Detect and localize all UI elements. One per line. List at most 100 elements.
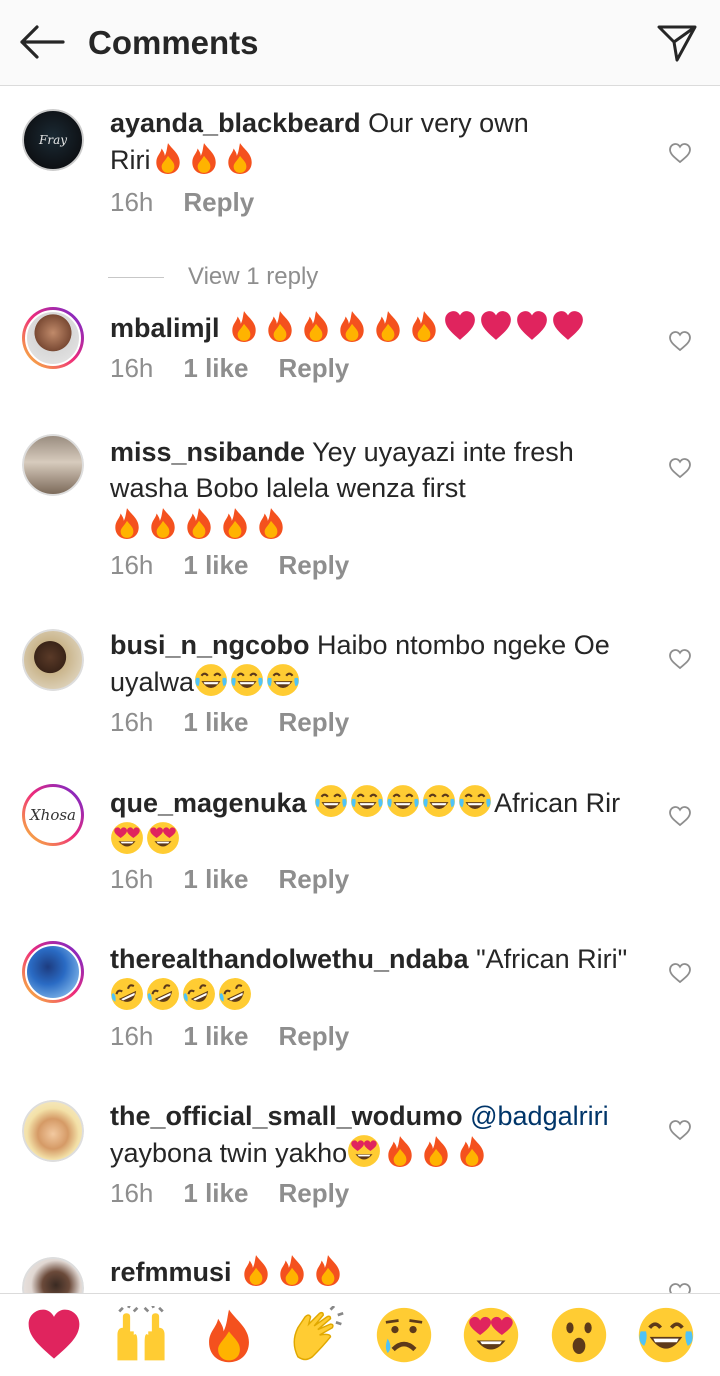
heart-eyes-emoji: [146, 825, 182, 855]
reaction-clapping-hands[interactable]: [286, 1305, 346, 1365]
clapping-hands-icon: [287, 1306, 345, 1364]
comment-text: mbalimjl: [110, 309, 640, 346]
comment-meta: 16h 1 like Reply: [110, 864, 349, 895]
fire-emoji: [311, 1257, 347, 1287]
rofl-emoji: [146, 981, 182, 1011]
fire-emoji: [151, 145, 187, 175]
heart-eyes-icon: [462, 1306, 520, 1364]
quick-reactions-bar: [0, 1293, 720, 1376]
comment-username[interactable]: therealthandolwethu_ndaba: [110, 944, 469, 974]
fire-emoji: [263, 313, 299, 343]
comment-time: 16h: [110, 864, 154, 894]
comment-list[interactable]: Fray ayanda_blackbeard Our very own Riri…: [0, 87, 720, 1293]
like-heart-icon[interactable]: [668, 141, 692, 165]
like-heart-icon[interactable]: [668, 456, 692, 480]
reply-button[interactable]: Reply: [278, 550, 349, 581]
like-count[interactable]: 1 like: [183, 1021, 248, 1052]
avatar[interactable]: [22, 307, 84, 369]
fire-emoji: [146, 510, 182, 540]
comment-text: busi_n_ngcobo Haibo ntombo ngeke Oe uyal…: [110, 627, 640, 700]
like-heart-icon[interactable]: [668, 1281, 692, 1293]
fire-icon: [200, 1306, 258, 1364]
avatar[interactable]: Fray: [22, 109, 84, 171]
joy-emoji: [386, 788, 422, 818]
comment-username[interactable]: refmmusi: [110, 1257, 232, 1287]
joy-emoji: [230, 667, 266, 697]
joy-emoji: [314, 788, 350, 818]
comment-text: the_official_small_wodumo @badgalriri ya…: [110, 1098, 640, 1171]
avatar[interactable]: [22, 434, 84, 496]
comment-body: "African Riri": [476, 944, 628, 974]
reply-button[interactable]: Reply: [183, 187, 254, 218]
fire-emoji: [419, 1138, 455, 1168]
fire-emoji: [335, 313, 371, 343]
like-heart-icon[interactable]: [668, 1118, 692, 1142]
comment-username[interactable]: busi_n_ngcobo: [110, 630, 310, 660]
reaction-fire[interactable]: [199, 1305, 259, 1365]
red-heart-emoji: [479, 313, 515, 343]
reaction-astonished[interactable]: [549, 1305, 609, 1365]
comment-body: African Rir: [494, 788, 621, 818]
reaction-red-heart[interactable]: [24, 1305, 84, 1365]
avatar[interactable]: [22, 1100, 84, 1162]
avatar[interactable]: [22, 941, 84, 1003]
view-replies-label: View 1 reply: [188, 263, 319, 290]
like-heart-icon[interactable]: [668, 961, 692, 985]
comment-time: 16h: [110, 187, 154, 217]
reply-button[interactable]: Reply: [278, 707, 349, 738]
joy-emoji: [194, 667, 230, 697]
avatar[interactable]: Xhosa: [22, 784, 84, 846]
comment-meta: 16h 1 like Reply: [110, 707, 349, 738]
like-heart-icon[interactable]: [668, 647, 692, 671]
heart-eyes-emoji: [347, 1138, 383, 1168]
reply-button[interactable]: Reply: [278, 1021, 349, 1052]
reaction-heart-eyes[interactable]: [461, 1305, 521, 1365]
reaction-raising-hands[interactable]: [111, 1305, 171, 1365]
rofl-emoji: [110, 981, 146, 1011]
comment-text: que_magenuka African Rir: [110, 784, 640, 858]
comment-username[interactable]: mbalimjl: [110, 313, 220, 343]
reaction-joy[interactable]: [636, 1305, 696, 1365]
comment-username[interactable]: ayanda_blackbeard: [110, 108, 361, 138]
like-heart-icon[interactable]: [668, 329, 692, 353]
fire-emoji: [455, 1138, 491, 1168]
like-count[interactable]: 1 like: [183, 707, 248, 738]
reply-button[interactable]: Reply: [278, 353, 349, 384]
comment-username[interactable]: que_magenuka: [110, 788, 307, 818]
back-arrow-icon: [20, 25, 65, 59]
comment-time: 16h: [110, 550, 154, 580]
fire-emoji: [299, 313, 335, 343]
reply-button[interactable]: Reply: [278, 864, 349, 895]
comment-username[interactable]: miss_nsibande: [110, 437, 305, 467]
joy-emoji: [458, 788, 494, 818]
fire-emoji: [239, 1257, 275, 1287]
comment-meta: 16h 1 like Reply: [110, 550, 349, 581]
like-count[interactable]: 1 like: [183, 864, 248, 895]
avatar[interactable]: [22, 1257, 84, 1293]
comment-time: 16h: [110, 1178, 154, 1208]
like-count[interactable]: 1 like: [183, 1178, 248, 1209]
astonished-face-icon: [550, 1306, 608, 1364]
paper-plane-icon: [657, 25, 697, 62]
mention-link[interactable]: @badgalriri: [470, 1101, 608, 1131]
avatar-label: Fray: [39, 133, 67, 147]
joy-emoji: [422, 788, 458, 818]
red-heart-icon: [25, 1306, 83, 1364]
comment-text: refmmusi: [110, 1253, 640, 1290]
rofl-emoji: [218, 981, 254, 1011]
like-count[interactable]: 1 like: [183, 550, 248, 581]
top-app-bar: Comments: [0, 0, 720, 86]
like-count[interactable]: 1 like: [183, 353, 248, 384]
heart-eyes-emoji: [110, 825, 146, 855]
like-heart-icon[interactable]: [668, 804, 692, 828]
reaction-crying-face[interactable]: [374, 1305, 434, 1365]
share-button[interactable]: [654, 20, 700, 66]
reply-button[interactable]: Reply: [278, 1178, 349, 1209]
comment-time: 16h: [110, 707, 154, 737]
comment-time: 16h: [110, 353, 154, 383]
comment-username[interactable]: the_official_small_wodumo: [110, 1101, 463, 1131]
back-button[interactable]: [18, 22, 66, 62]
avatar[interactable]: [22, 629, 84, 691]
view-replies-button[interactable]: View 1 reply: [108, 263, 318, 291]
page-title: Comments: [88, 24, 259, 61]
